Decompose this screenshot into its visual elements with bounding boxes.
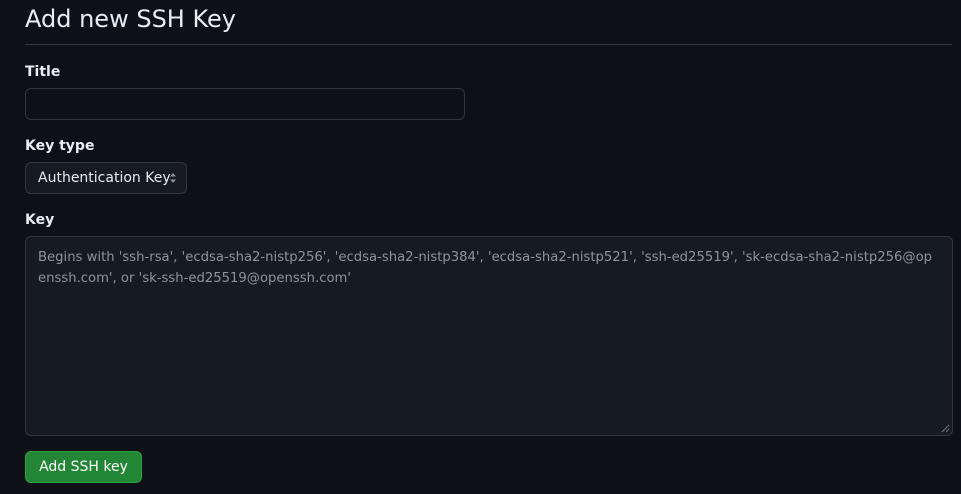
add-ssh-key-page: Add new SSH Key Title Key type Authentic…: [0, 0, 961, 494]
title-divider: [25, 44, 952, 45]
key-type-selected-value: Authentication Key: [38, 170, 171, 186]
resize-handle-icon[interactable]: [940, 423, 950, 433]
page-title: Add new SSH Key: [25, 5, 236, 33]
title-input[interactable]: [25, 88, 465, 120]
key-type-select[interactable]: Authentication Key: [25, 162, 187, 194]
select-arrows-icon: [170, 173, 176, 183]
add-ssh-key-button[interactable]: Add SSH key: [25, 451, 142, 483]
key-textarea[interactable]: Begins with 'ssh-rsa', 'ecdsa-sha2-nistp…: [25, 236, 953, 436]
title-field-label: Title: [25, 64, 61, 80]
key-textarea-placeholder: Begins with 'ssh-rsa', 'ecdsa-sha2-nistp…: [38, 250, 933, 286]
key-field-label: Key: [25, 212, 55, 228]
key-type-label: Key type: [25, 138, 95, 154]
